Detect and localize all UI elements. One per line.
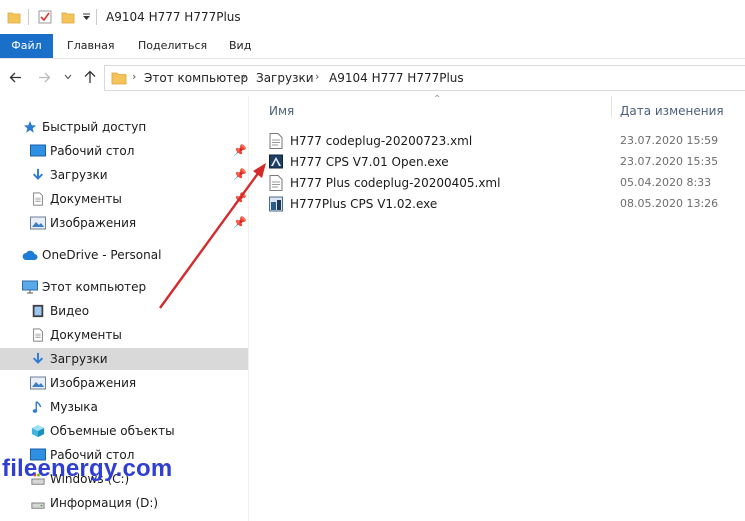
sidebar-item-label: Документы	[50, 192, 122, 206]
watermark-text: fileenergy.com	[2, 455, 173, 482]
sidebar-item-label: Видео	[50, 304, 90, 318]
tab-view[interactable]: Вид	[229, 34, 251, 58]
breadcrumb-current-folder[interactable]: A9104 H777 H777Plus	[329, 71, 464, 85]
sidebar-item-label: Загрузки	[50, 352, 108, 366]
address-bar[interactable]: › Этот компьютер › Загрузки › A9104 H777…	[104, 65, 745, 91]
sidebar-item-label: Информация (D:)	[50, 496, 159, 510]
folder-icon	[7, 12, 21, 24]
pin-icon[interactable]: 📌	[233, 144, 247, 157]
sidebar-item-label: Загрузки	[50, 168, 108, 182]
desktop-icon	[30, 144, 46, 157]
sort-ascending-icon: ⌃	[433, 94, 442, 105]
file-row[interactable]: H777 codeplug-20200723.xml 23.07.2020 15…	[269, 131, 745, 152]
sidebar-item-documents[interactable]: Документы 📌	[0, 188, 248, 210]
music-note-icon	[32, 401, 42, 413]
xml-file-icon	[269, 133, 283, 149]
sidebar-item-pc-pictures[interactable]: Изображения	[0, 372, 248, 394]
new-folder-icon[interactable]	[61, 10, 75, 24]
file-row[interactable]: H777Plus CPS V1.02.exe 08.05.2020 13:26	[269, 194, 745, 215]
sidebar-item-pictures[interactable]: Изображения 📌	[0, 212, 248, 234]
file-date: 08.05.2020 13:26	[620, 197, 719, 210]
title-divider	[96, 9, 97, 25]
sidebar-item-pc-documents[interactable]: Документы	[0, 324, 248, 346]
drive-icon	[31, 502, 45, 509]
breadcrumb-separator-icon[interactable]: ›	[315, 70, 319, 83]
video-icon	[32, 304, 44, 318]
ribbon-tabs: Файл Главная Поделиться Вид	[0, 34, 745, 59]
breadcrumb-this-pc[interactable]: Этот компьютер	[144, 71, 248, 85]
exe-file-icon	[269, 154, 283, 169]
sidebar-item-pc-downloads[interactable]: Загрузки	[0, 348, 248, 370]
image-icon	[30, 216, 46, 230]
file-list: ⌃ Имя Дата изменения H777 codeplug-20200…	[249, 94, 745, 521]
sidebar-item-label: Быстрый доступ	[42, 120, 147, 134]
address-row: › Этот компьютер › Загрузки › A9104 H777…	[0, 58, 745, 96]
document-icon	[33, 192, 43, 206]
sidebar-item-videos[interactable]: Видео	[0, 300, 248, 322]
cloud-icon	[22, 250, 38, 260]
sidebar-item-label: Объемные объекты	[50, 424, 175, 438]
sidebar-item-quick-access[interactable]: Быстрый доступ	[0, 116, 248, 138]
file-name: H777 Plus codeplug-20200405.xml	[290, 176, 501, 190]
download-arrow-icon	[32, 352, 44, 364]
pin-icon[interactable]: 📌	[233, 168, 247, 181]
breadcrumb-separator-icon[interactable]: ›	[132, 70, 136, 83]
column-header-name[interactable]: Имя	[269, 104, 294, 118]
title-bar: A9104 H777 H777Plus	[0, 0, 745, 34]
sidebar-item-downloads[interactable]: Загрузки 📌	[0, 164, 248, 186]
back-arrow-icon[interactable]	[9, 72, 22, 83]
breadcrumb-separator-icon[interactable]: ›	[242, 70, 246, 83]
tab-home[interactable]: Главная	[67, 34, 115, 58]
recent-locations-chevron-icon[interactable]	[64, 74, 72, 80]
breadcrumb-downloads[interactable]: Загрузки	[256, 71, 314, 85]
file-row[interactable]: H777 CPS V7.01 Open.exe 23.07.2020 15:35	[269, 152, 745, 173]
sidebar-item-label: Изображения	[50, 376, 137, 390]
qa-divider	[28, 9, 29, 25]
window-title: A9104 H777 H777Plus	[106, 10, 241, 24]
file-date: 23.07.2020 15:35	[620, 155, 719, 168]
download-arrow-icon	[32, 168, 44, 180]
sidebar-item-onedrive[interactable]: OneDrive - Personal	[0, 244, 248, 266]
sidebar-item-this-pc[interactable]: Этот компьютер	[0, 276, 248, 298]
exe-file-icon	[269, 196, 283, 212]
pin-icon[interactable]: 📌	[233, 216, 247, 229]
sidebar-item-music[interactable]: Музыка	[0, 396, 248, 418]
sidebar-item-label: Изображения	[50, 216, 137, 230]
properties-icon[interactable]	[38, 10, 52, 24]
sidebar-item-label: Этот компьютер	[42, 280, 147, 294]
sidebar-item-desktop[interactable]: Рабочий стол 📌	[0, 140, 248, 162]
tab-share[interactable]: Поделиться	[138, 34, 207, 58]
computer-icon	[22, 280, 38, 294]
star-icon	[23, 120, 37, 133]
xml-file-icon	[269, 175, 283, 191]
file-name: H777Plus CPS V1.02.exe	[290, 197, 438, 211]
column-separator[interactable]	[611, 96, 612, 118]
pin-icon[interactable]: 📌	[233, 192, 247, 205]
image-icon	[30, 376, 46, 390]
folder-icon	[111, 72, 127, 85]
file-date: 05.04.2020 8:33	[620, 176, 712, 189]
tab-file[interactable]: Файл	[0, 34, 53, 58]
document-icon	[33, 328, 43, 342]
cube-icon	[31, 424, 45, 438]
sidebar-item-label: OneDrive - Personal	[42, 248, 162, 262]
column-header-date[interactable]: Дата изменения	[620, 104, 724, 118]
forward-arrow-icon[interactable]	[38, 72, 51, 83]
file-row[interactable]: H777 Plus codeplug-20200405.xml 05.04.20…	[269, 173, 745, 194]
sidebar-item-label: Рабочий стол	[50, 144, 135, 158]
sidebar-item-label: Музыка	[50, 400, 98, 414]
sidebar-item-3d-objects[interactable]: Объемные объекты	[0, 420, 248, 442]
file-name: H777 codeplug-20200723.xml	[290, 134, 473, 148]
file-name: H777 CPS V7.01 Open.exe	[290, 155, 449, 169]
customize-toolbar-chevron-icon[interactable]	[82, 13, 91, 22]
file-date: 23.07.2020 15:59	[620, 134, 719, 147]
sidebar-item-drive-d[interactable]: Информация (D:)	[0, 492, 248, 514]
up-arrow-icon[interactable]	[84, 70, 96, 84]
sidebar-item-label: Документы	[50, 328, 122, 342]
